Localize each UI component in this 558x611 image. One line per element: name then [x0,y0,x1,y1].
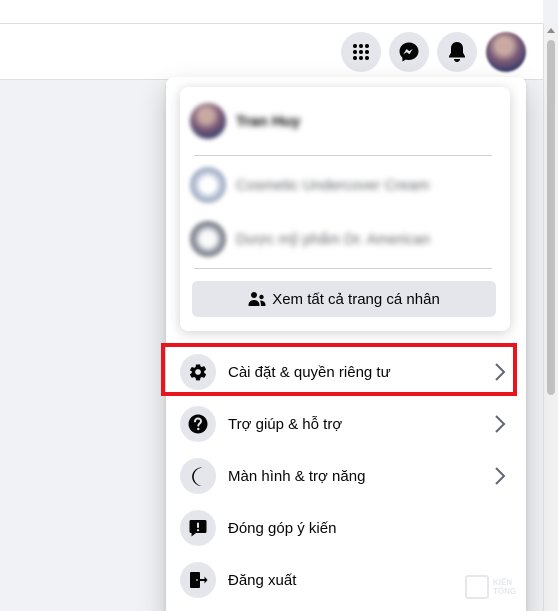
gear-icon [189,364,207,381]
profiles-icon [248,292,266,306]
notifications-button[interactable] [437,32,477,72]
chevron-right-icon [495,467,506,485]
page-name-2: Dược mỹ phẩm Dr. American [236,230,431,248]
menu-grid-icon [353,44,369,60]
menu-icon-container [180,562,216,598]
bell-icon [449,42,465,62]
chevron-right-icon [495,363,506,381]
top-navigation-bar [0,24,543,80]
profile-divider [194,155,492,156]
menu-item-display-accessibility[interactable]: Màn hình & trợ năng [174,450,518,502]
watermark-text: KIẾN TỔNG [493,578,517,596]
menu-label-help-support: Trợ giúp & hỗ trợ [228,415,343,433]
account-avatar-button[interactable] [486,32,526,72]
see-all-profiles-label: Xem tất cả trang cá nhân [272,290,440,308]
menu-grid-button[interactable] [341,32,381,72]
menu-item-settings-privacy[interactable]: Cài đặt & quyền riêng tư [174,346,518,398]
site-watermark: KIẾN TỔNG [465,575,523,599]
profile-switcher-card: Tran Huy Cosmetic Undercover Cream Dược … [180,87,510,331]
profile-name: Tran Huy [236,112,301,130]
chevron-right-icon [495,415,506,433]
scroll-up-arrow-icon[interactable] [547,28,555,33]
pages-divider [194,268,492,269]
logout-icon [190,572,208,588]
moon-icon [192,467,203,486]
menu-label-settings-privacy: Cài đặt & quyền riêng tư [228,363,391,381]
menu-icon-container [180,406,216,442]
menu-icon-container [180,458,216,494]
watermark-logo-icon [465,575,489,599]
messenger-button[interactable] [389,32,429,72]
messenger-icon [399,42,419,62]
page-row-1[interactable]: Cosmetic Undercover Cream [190,159,500,211]
browser-chrome [0,0,543,24]
feedback-icon [189,520,207,537]
menu-item-give-feedback[interactable]: Đóng góp ý kiến [174,502,518,554]
account-dropdown-menu: Tran Huy Cosmetic Undercover Cream Dược … [166,77,526,611]
menu-icon-container [180,510,216,546]
menu-label-give-feedback: Đóng góp ý kiến [228,519,337,537]
page-name-1: Cosmetic Undercover Cream [236,176,430,194]
page-scrollbar[interactable] [543,24,558,611]
menu-icon-container [180,354,216,390]
help-icon [188,414,208,434]
scrollbar-thumb[interactable] [547,40,555,395]
menu-label-display-accessibility: Màn hình & trợ năng [228,467,366,485]
profile-avatar [190,103,226,139]
profile-row-main[interactable]: Tran Huy [190,95,500,147]
menu-item-help-support[interactable]: Trợ giúp & hỗ trợ [174,398,518,450]
see-all-profiles-button[interactable]: Xem tất cả trang cá nhân [192,281,496,317]
page-row-2[interactable]: Dược mỹ phẩm Dr. American [190,213,500,265]
page-avatar-1 [190,167,226,203]
page-avatar-2 [190,221,226,257]
